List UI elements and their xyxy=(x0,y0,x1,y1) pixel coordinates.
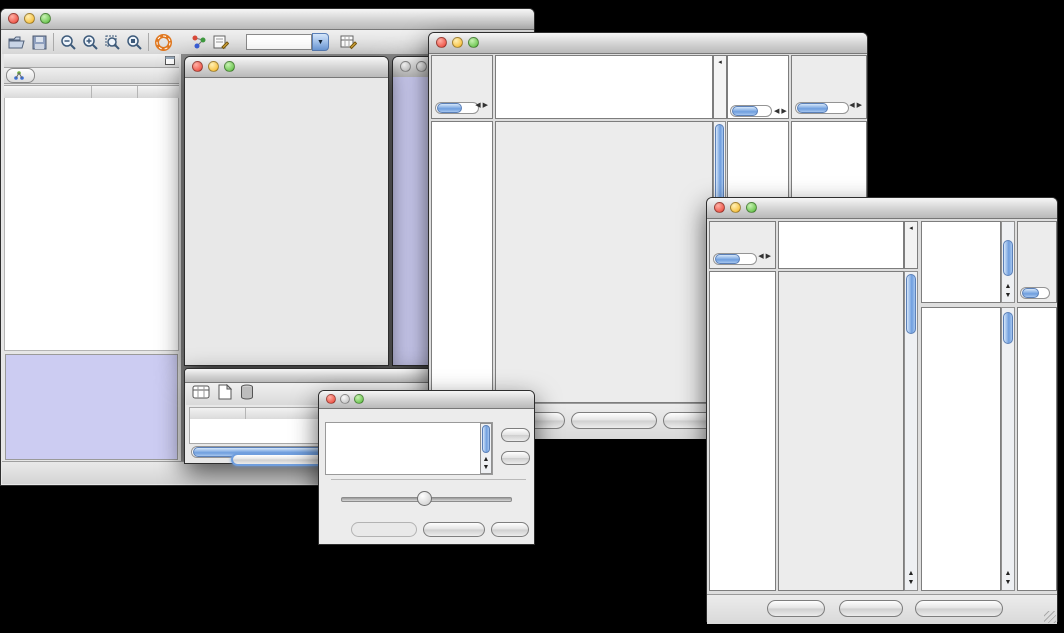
minimize-button[interactable] xyxy=(416,61,427,72)
float-panel-icon[interactable] xyxy=(165,56,175,68)
tab-vizmapper[interactable] xyxy=(37,68,53,83)
tv1-export-graphics-button[interactable] xyxy=(571,412,657,429)
resize-grip[interactable] xyxy=(1044,611,1056,623)
delete-attribute-icon[interactable] xyxy=(240,384,254,405)
tv2-column-dendrogram[interactable] xyxy=(778,221,904,269)
control-panel-tabs xyxy=(4,68,179,84)
zoom-fit-icon[interactable] xyxy=(123,32,145,52)
create-vizmap-button[interactable] xyxy=(423,522,485,537)
tv2-settings-button[interactable] xyxy=(767,600,825,617)
scroll-arrows[interactable]: ◀▶ xyxy=(849,100,864,112)
save-session-icon[interactable] xyxy=(28,32,50,52)
zoom-button[interactable] xyxy=(746,202,757,213)
network-view-window xyxy=(184,56,389,366)
tv2-hints-scrollbar[interactable] xyxy=(1020,287,1050,299)
zoom-button[interactable] xyxy=(224,61,235,72)
zoom-button[interactable] xyxy=(354,394,364,404)
tv1-top-scroll-strip[interactable]: ◂ xyxy=(713,55,727,119)
search-input[interactable] xyxy=(246,34,312,50)
tv2-zoom-heatmap[interactable] xyxy=(921,307,1001,591)
scroll-arrows[interactable]: ◀▶ xyxy=(758,251,773,263)
close-button[interactable] xyxy=(192,61,203,72)
search-dropdown-button[interactable]: ▼ xyxy=(312,33,329,51)
dialog-titlebar[interactable] xyxy=(319,391,534,409)
tv2-gene-labels xyxy=(1017,307,1057,591)
tv2-save-data-button[interactable] xyxy=(839,600,903,617)
tv2-footer xyxy=(707,594,1057,624)
control-panel-header xyxy=(4,54,179,68)
tv2-heatmap-vscrollbar[interactable]: ▲▼ xyxy=(904,271,918,591)
new-attribute-icon[interactable] xyxy=(218,384,232,405)
tv2-rotated-column-labels xyxy=(921,221,1001,303)
tv1-hints-scrollbar[interactable] xyxy=(795,102,849,114)
tab-network[interactable] xyxy=(6,68,35,83)
tv2-zoom-vscrollbar[interactable]: ▲▼ xyxy=(1001,307,1015,591)
treeview2-window: ◀▶ ◂ ▲▼ ▲▼ xyxy=(706,197,1058,622)
slider-thumb[interactable] xyxy=(417,491,432,506)
zoom-out-icon[interactable] xyxy=(57,32,79,52)
tv2-labels-vscrollbar[interactable]: ▲▼ xyxy=(1001,221,1015,303)
scroll-arrows[interactable]: ◀▶ xyxy=(475,100,490,112)
tv1-usage-hints-panel: ◀▶ xyxy=(791,55,867,119)
tv1-heatmap[interactable] xyxy=(495,121,713,403)
birds-eye-view[interactable] xyxy=(5,354,178,460)
minimize-button[interactable] xyxy=(730,202,741,213)
control-panel xyxy=(2,54,182,462)
network-view-titlebar[interactable] xyxy=(185,57,388,78)
tv1-labels-scrollbar[interactable] xyxy=(730,105,772,117)
scroll-arrows[interactable]: ◀▶ xyxy=(774,107,789,115)
close-button[interactable] xyxy=(326,394,336,404)
close-button[interactable] xyxy=(8,13,19,24)
minimize-button[interactable] xyxy=(340,394,350,404)
network-tree-table xyxy=(4,98,179,351)
animate-vizmap-button[interactable] xyxy=(351,522,417,537)
zoom-button[interactable] xyxy=(40,13,51,24)
annotation-icon[interactable] xyxy=(210,32,232,52)
tv2-row-dendrogram[interactable] xyxy=(709,271,776,591)
close-button[interactable] xyxy=(436,37,447,48)
desktop: ▼ xyxy=(0,0,1064,633)
help-icon[interactable] xyxy=(152,32,174,52)
network-tab-icon xyxy=(14,71,24,80)
move-up-button[interactable] xyxy=(501,428,530,442)
animation-speed-group xyxy=(327,479,526,480)
tv2-usage-hints-panel xyxy=(1017,221,1057,303)
tv2-top-scroll-strip[interactable]: ◂ xyxy=(904,221,918,269)
zoom-button[interactable] xyxy=(468,37,479,48)
network-viewport[interactable] xyxy=(186,78,387,364)
window-controls[interactable] xyxy=(8,13,51,24)
treeview1-titlebar[interactable] xyxy=(429,33,867,54)
close-button[interactable] xyxy=(400,61,411,72)
move-down-button[interactable] xyxy=(501,451,530,465)
main-titlebar[interactable] xyxy=(1,9,534,30)
map-colors-dialog: ▲▼ xyxy=(318,390,535,545)
tv1-view-status-panel: ◀▶ xyxy=(431,55,493,119)
select-attributes-icon[interactable] xyxy=(192,384,210,405)
close-button[interactable] xyxy=(714,202,725,213)
zoom-selected-region-icon[interactable] xyxy=(101,32,123,52)
attribute-list-scrollbar[interactable]: ▲▼ xyxy=(480,423,492,474)
minimize-button[interactable] xyxy=(24,13,35,24)
attribute-list xyxy=(325,422,493,475)
treeview2-titlebar[interactable] xyxy=(707,198,1057,219)
open-network-icon[interactable] xyxy=(6,32,28,52)
tv1-status-scrollbar[interactable] xyxy=(435,102,479,114)
minimize-button[interactable] xyxy=(208,61,219,72)
vizmapper-icon[interactable] xyxy=(188,32,210,52)
minimize-button[interactable] xyxy=(452,37,463,48)
tv1-column-dendrogram[interactable] xyxy=(495,55,713,119)
tv2-status-scrollbar[interactable] xyxy=(713,253,757,265)
tv2-view-status-panel: ◀▶ xyxy=(709,221,776,269)
tv2-heatmap[interactable] xyxy=(778,271,904,591)
zoom-in-icon[interactable] xyxy=(79,32,101,52)
tv1-row-dendrogram[interactable] xyxy=(431,121,493,403)
attribute-browser-icon[interactable] xyxy=(337,32,359,52)
tv2-export-graphics-button[interactable] xyxy=(915,600,1003,617)
done-button[interactable] xyxy=(491,522,529,537)
